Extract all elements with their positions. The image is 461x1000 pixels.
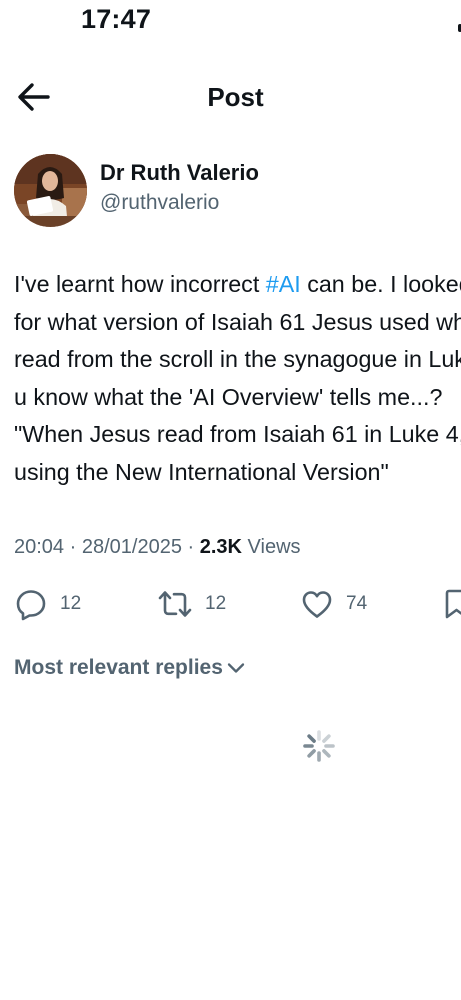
hashtag-link[interactable]: #AI: [266, 271, 301, 297]
repost-count: 12: [205, 593, 227, 614]
views-count[interactable]: 2.3K: [200, 536, 242, 558]
post-line: for what version of Isaiah 61 Jesus used…: [14, 308, 461, 335]
reply-count: 12: [60, 593, 82, 614]
page-title: Post: [207, 82, 264, 112]
views-label: Views: [241, 536, 301, 558]
replies-sort-label: Most relevant replies: [14, 656, 223, 679]
meta-separator: ·: [181, 536, 200, 558]
bookmark-icon: [445, 589, 461, 619]
spinner-icon: [303, 730, 335, 762]
author-handle[interactable]: @ruthvalerio: [100, 191, 219, 215]
avatar-photo: [14, 154, 87, 227]
meta-separator: ·: [64, 536, 82, 558]
post-line: u know what the 'AI Overview' tells me..…: [14, 383, 443, 410]
post-line: read from the scroll in the synagogue in…: [14, 346, 461, 373]
reply-button[interactable]: 12: [14, 586, 81, 622]
repost-button[interactable]: 12: [157, 586, 226, 622]
post-text-segment: I've learnt how incorrect: [14, 271, 266, 297]
avatar[interactable]: [14, 154, 87, 227]
post-line: I've learnt how incorrect #AI can be. I …: [14, 266, 461, 304]
chevron-down-icon: [227, 663, 245, 673]
post-line: "When Jesus read from Isaiah 61 in Luke …: [14, 421, 461, 448]
post-line: using the New International Version": [14, 458, 389, 485]
heart-icon: [302, 591, 332, 618]
like-button[interactable]: 74: [300, 586, 367, 622]
repost-icon: [158, 591, 192, 617]
post-meta: 20:04 · 28/01/2025 · 2.3K Views: [14, 536, 301, 559]
replies-sort-dropdown[interactable]: Most relevant replies: [14, 656, 245, 680]
post-text-segment: can be. I looked: [300, 271, 461, 297]
bookmark-button[interactable]: [444, 586, 461, 622]
loading-spinner: [302, 729, 336, 763]
post-date: 28/01/2025: [81, 536, 182, 558]
status-time: 17:47: [81, 4, 152, 34]
action-bar: 12 12 74: [0, 586, 461, 622]
post-time: 20:04: [14, 536, 65, 558]
post-text: I've learnt how incorrect #AI can be. I …: [14, 266, 461, 492]
author-name[interactable]: Dr Ruth Valerio: [100, 160, 259, 186]
like-count: 74: [346, 593, 368, 614]
reply-icon: [16, 590, 46, 621]
